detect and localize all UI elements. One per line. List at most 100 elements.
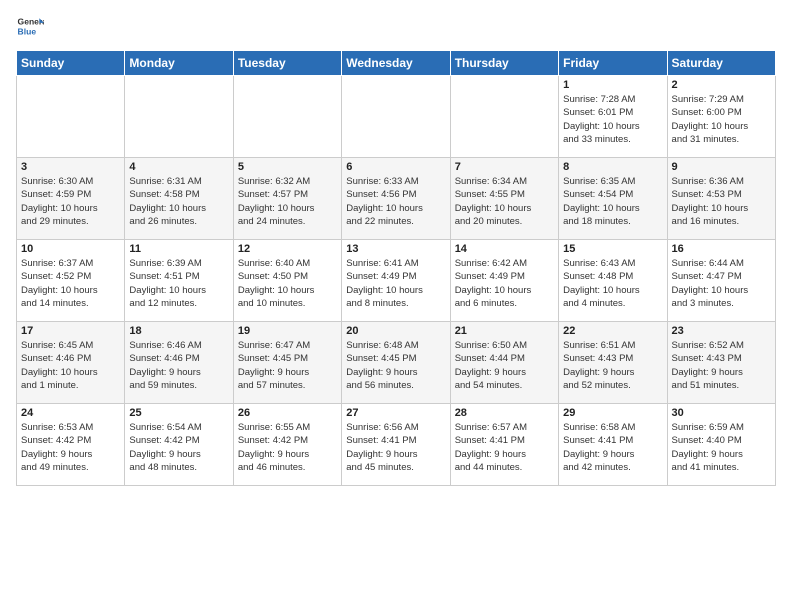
page: General Blue SundayMondayTuesdayWednesda… bbox=[0, 0, 792, 494]
day-cell: 18 Sunrise: 6:46 AM Sunset: 4:46 PM Dayli… bbox=[125, 322, 233, 404]
day-number: 20 bbox=[346, 325, 445, 337]
day-info: Sunrise: 6:59 AM Sunset: 4:40 PM Dayligh… bbox=[672, 421, 771, 474]
day-info: Sunrise: 6:41 AM Sunset: 4:49 PM Dayligh… bbox=[346, 257, 445, 310]
day-number: 9 bbox=[672, 161, 771, 173]
day-number: 21 bbox=[455, 325, 554, 337]
day-info: Sunrise: 6:42 AM Sunset: 4:49 PM Dayligh… bbox=[455, 257, 554, 310]
day-cell: 28 Sunrise: 6:57 AM Sunset: 4:41 PM Dayli… bbox=[450, 404, 558, 486]
day-cell: 20 Sunrise: 6:48 AM Sunset: 4:45 PM Dayli… bbox=[342, 322, 450, 404]
day-cell bbox=[450, 76, 558, 158]
day-info: Sunrise: 6:37 AM Sunset: 4:52 PM Dayligh… bbox=[21, 257, 120, 310]
day-number: 26 bbox=[238, 407, 337, 419]
day-header-sunday: Sunday bbox=[17, 51, 125, 76]
day-cell: 17Sunrise: 6:45 AM Sunset: 4:46 PM Dayli… bbox=[17, 322, 125, 404]
day-cell: 1 Sunrise: 7:28 AM Sunset: 6:01 PM Daylig… bbox=[559, 76, 667, 158]
svg-text:Blue: Blue bbox=[18, 27, 37, 37]
day-info: Sunrise: 7:29 AM Sunset: 6:00 PM Dayligh… bbox=[672, 93, 771, 146]
day-cell: 14Sunrise: 6:42 AM Sunset: 4:49 PM Dayli… bbox=[450, 240, 558, 322]
day-cell: 27 Sunrise: 6:56 AM Sunset: 4:41 PM Dayli… bbox=[342, 404, 450, 486]
calendar: SundayMondayTuesdayWednesdayThursdayFrid… bbox=[16, 50, 776, 486]
day-cell: 21 Sunrise: 6:50 AM Sunset: 4:44 PM Dayli… bbox=[450, 322, 558, 404]
day-cell: 7 Sunrise: 6:34 AM Sunset: 4:55 PM Daylig… bbox=[450, 158, 558, 240]
day-cell: 16 Sunrise: 6:44 AM Sunset: 4:47 PM Dayli… bbox=[667, 240, 775, 322]
day-header-tuesday: Tuesday bbox=[233, 51, 341, 76]
week-row-2: 3 Sunrise: 6:30 AM Sunset: 4:59 PM Daylig… bbox=[17, 158, 776, 240]
day-cell: 10 Sunrise: 6:37 AM Sunset: 4:52 PM Dayli… bbox=[17, 240, 125, 322]
day-cell: 2 Sunrise: 7:29 AM Sunset: 6:00 PM Daylig… bbox=[667, 76, 775, 158]
day-cell: 23Sunrise: 6:52 AM Sunset: 4:43 PM Dayli… bbox=[667, 322, 775, 404]
day-number: 12 bbox=[238, 243, 337, 255]
day-cell: 26 Sunrise: 6:55 AM Sunset: 4:42 PM Dayli… bbox=[233, 404, 341, 486]
day-cell bbox=[17, 76, 125, 158]
day-info: Sunrise: 6:56 AM Sunset: 4:41 PM Dayligh… bbox=[346, 421, 445, 474]
day-number: 4 bbox=[129, 161, 228, 173]
day-number: 7 bbox=[455, 161, 554, 173]
day-info: Sunrise: 6:33 AM Sunset: 4:56 PM Dayligh… bbox=[346, 175, 445, 228]
day-header-wednesday: Wednesday bbox=[342, 51, 450, 76]
day-cell: 4Sunrise: 6:31 AM Sunset: 4:58 PM Daylig… bbox=[125, 158, 233, 240]
day-info: Sunrise: 6:55 AM Sunset: 4:42 PM Dayligh… bbox=[238, 421, 337, 474]
day-number: 1 bbox=[563, 79, 662, 91]
day-info: Sunrise: 6:39 AM Sunset: 4:51 PM Dayligh… bbox=[129, 257, 228, 310]
day-cell: 30 Sunrise: 6:59 AM Sunset: 4:40 PM Dayli… bbox=[667, 404, 775, 486]
week-row-1: 1 Sunrise: 7:28 AM Sunset: 6:01 PM Daylig… bbox=[17, 76, 776, 158]
logo-icon: General Blue bbox=[16, 12, 44, 40]
day-info: Sunrise: 6:30 AM Sunset: 4:59 PM Dayligh… bbox=[21, 175, 120, 228]
day-info: Sunrise: 6:44 AM Sunset: 4:47 PM Dayligh… bbox=[672, 257, 771, 310]
day-cell: 11Sunrise: 6:39 AM Sunset: 4:51 PM Dayli… bbox=[125, 240, 233, 322]
day-info: Sunrise: 6:36 AM Sunset: 4:53 PM Dayligh… bbox=[672, 175, 771, 228]
week-row-3: 10 Sunrise: 6:37 AM Sunset: 4:52 PM Dayli… bbox=[17, 240, 776, 322]
day-info: Sunrise: 6:43 AM Sunset: 4:48 PM Dayligh… bbox=[563, 257, 662, 310]
day-number: 29 bbox=[563, 407, 662, 419]
day-number: 5 bbox=[238, 161, 337, 173]
day-info: Sunrise: 6:34 AM Sunset: 4:55 PM Dayligh… bbox=[455, 175, 554, 228]
day-cell: 24 Sunrise: 6:53 AM Sunset: 4:42 PM Dayli… bbox=[17, 404, 125, 486]
day-number: 16 bbox=[672, 243, 771, 255]
day-number: 10 bbox=[21, 243, 120, 255]
day-number: 3 bbox=[21, 161, 120, 173]
day-info: Sunrise: 6:57 AM Sunset: 4:41 PM Dayligh… bbox=[455, 421, 554, 474]
day-cell: 6 Sunrise: 6:33 AM Sunset: 4:56 PM Daylig… bbox=[342, 158, 450, 240]
day-number: 28 bbox=[455, 407, 554, 419]
day-number: 13 bbox=[346, 243, 445, 255]
day-info: Sunrise: 6:45 AM Sunset: 4:46 PM Dayligh… bbox=[21, 339, 120, 392]
day-cell: 5 Sunrise: 6:32 AM Sunset: 4:57 PM Daylig… bbox=[233, 158, 341, 240]
day-info: Sunrise: 6:32 AM Sunset: 4:57 PM Dayligh… bbox=[238, 175, 337, 228]
day-number: 19 bbox=[238, 325, 337, 337]
day-number: 27 bbox=[346, 407, 445, 419]
header: General Blue bbox=[16, 12, 776, 40]
day-info: Sunrise: 6:58 AM Sunset: 4:41 PM Dayligh… bbox=[563, 421, 662, 474]
day-number: 8 bbox=[563, 161, 662, 173]
day-header-thursday: Thursday bbox=[450, 51, 558, 76]
day-number: 30 bbox=[672, 407, 771, 419]
day-header-monday: Monday bbox=[125, 51, 233, 76]
day-cell bbox=[125, 76, 233, 158]
day-cell: 19 Sunrise: 6:47 AM Sunset: 4:45 PM Dayli… bbox=[233, 322, 341, 404]
day-info: Sunrise: 6:46 AM Sunset: 4:46 PM Dayligh… bbox=[129, 339, 228, 392]
day-cell: 12 Sunrise: 6:40 AM Sunset: 4:50 PM Dayli… bbox=[233, 240, 341, 322]
week-row-5: 24 Sunrise: 6:53 AM Sunset: 4:42 PM Dayli… bbox=[17, 404, 776, 486]
day-number: 2 bbox=[672, 79, 771, 91]
day-info: Sunrise: 6:35 AM Sunset: 4:54 PM Dayligh… bbox=[563, 175, 662, 228]
day-number: 15 bbox=[563, 243, 662, 255]
logo: General Blue bbox=[16, 12, 44, 40]
day-info: Sunrise: 6:48 AM Sunset: 4:45 PM Dayligh… bbox=[346, 339, 445, 392]
day-cell: 3 Sunrise: 6:30 AM Sunset: 4:59 PM Daylig… bbox=[17, 158, 125, 240]
day-cell: 22Sunrise: 6:51 AM Sunset: 4:43 PM Dayli… bbox=[559, 322, 667, 404]
day-info: Sunrise: 6:50 AM Sunset: 4:44 PM Dayligh… bbox=[455, 339, 554, 392]
day-cell bbox=[342, 76, 450, 158]
day-header-saturday: Saturday bbox=[667, 51, 775, 76]
day-number: 6 bbox=[346, 161, 445, 173]
day-info: Sunrise: 6:54 AM Sunset: 4:42 PM Dayligh… bbox=[129, 421, 228, 474]
header-row: SundayMondayTuesdayWednesdayThursdayFrid… bbox=[17, 51, 776, 76]
day-info: Sunrise: 6:47 AM Sunset: 4:45 PM Dayligh… bbox=[238, 339, 337, 392]
day-number: 18 bbox=[129, 325, 228, 337]
day-info: Sunrise: 6:53 AM Sunset: 4:42 PM Dayligh… bbox=[21, 421, 120, 474]
day-info: Sunrise: 7:28 AM Sunset: 6:01 PM Dayligh… bbox=[563, 93, 662, 146]
week-row-4: 17Sunrise: 6:45 AM Sunset: 4:46 PM Dayli… bbox=[17, 322, 776, 404]
day-info: Sunrise: 6:52 AM Sunset: 4:43 PM Dayligh… bbox=[672, 339, 771, 392]
day-number: 24 bbox=[21, 407, 120, 419]
day-info: Sunrise: 6:40 AM Sunset: 4:50 PM Dayligh… bbox=[238, 257, 337, 310]
day-cell: 8 Sunrise: 6:35 AM Sunset: 4:54 PM Daylig… bbox=[559, 158, 667, 240]
day-cell: 9 Sunrise: 6:36 AM Sunset: 4:53 PM Daylig… bbox=[667, 158, 775, 240]
